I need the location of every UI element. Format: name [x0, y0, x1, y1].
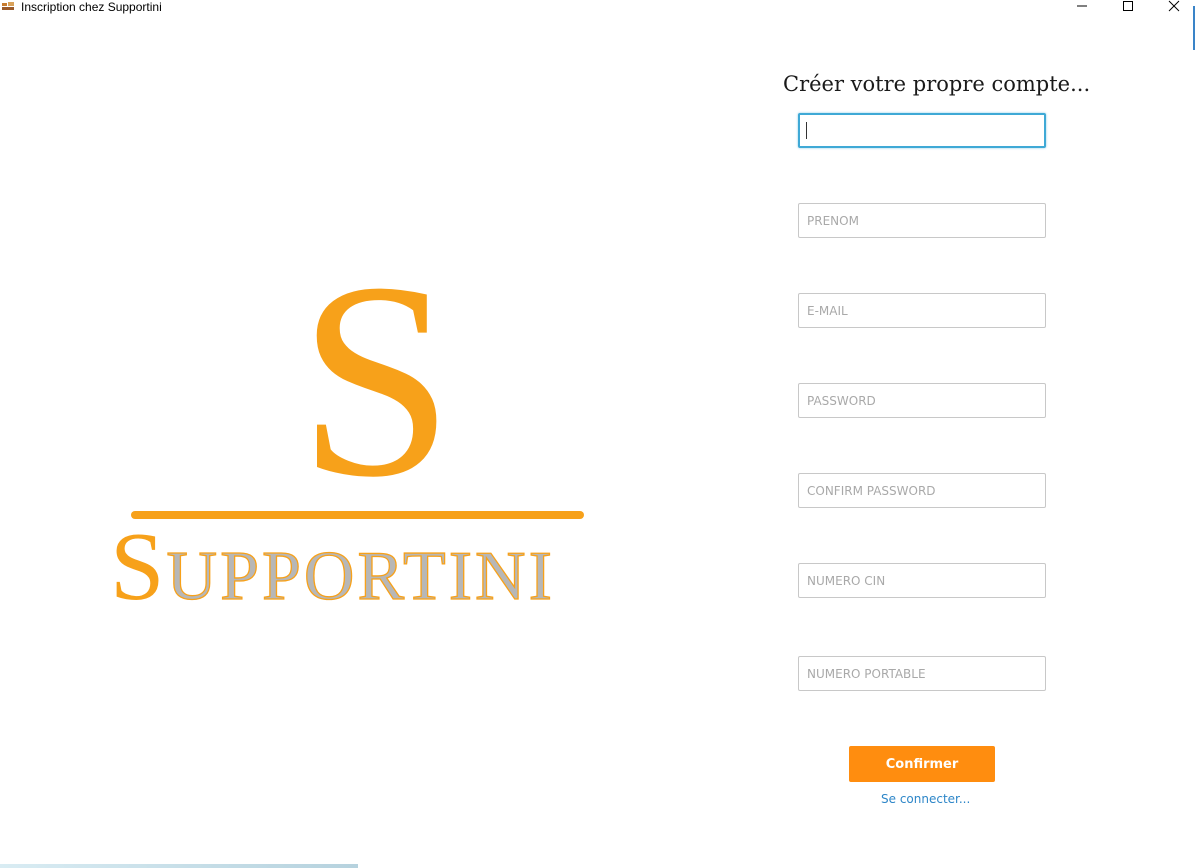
signup-window: Inscription chez Supportini S SUPPORTINI… [0, 0, 1196, 868]
taskbar-strip [0, 864, 358, 868]
password-field[interactable] [798, 383, 1046, 418]
maximize-button[interactable] [1114, 0, 1142, 14]
confirm-password-field[interactable] [798, 473, 1046, 508]
minimize-icon [1077, 5, 1087, 7]
window-edge [1193, 6, 1195, 50]
logo-word-rest: UPPORTINI [166, 538, 555, 615]
title-bar: Inscription chez Supportini [0, 0, 1196, 16]
logo-word-initial: S [110, 513, 167, 621]
text-caret [806, 122, 807, 139]
window-title: Inscription chez Supportini [21, 0, 162, 14]
maximize-icon [1123, 1, 1133, 11]
logo-wordmark: SUPPORTINI [110, 518, 555, 616]
numero-portable-field[interactable] [798, 656, 1046, 691]
minimize-button[interactable] [1068, 0, 1096, 14]
close-button[interactable] [1160, 0, 1188, 14]
logo-big-letter: S [298, 224, 454, 535]
app-icon [1, 1, 16, 12]
login-link[interactable]: Se connecter... [881, 792, 970, 806]
supportini-logo: S SUPPORTINI [100, 240, 620, 620]
form-title: Créer votre propre compte... [783, 72, 1091, 96]
confirm-button[interactable]: Confirmer [849, 746, 995, 782]
nom-field[interactable] [798, 113, 1046, 148]
prenom-field[interactable] [798, 203, 1046, 238]
numero-cin-field[interactable] [798, 563, 1046, 598]
close-icon [1168, 0, 1180, 12]
email-field[interactable] [798, 293, 1046, 328]
